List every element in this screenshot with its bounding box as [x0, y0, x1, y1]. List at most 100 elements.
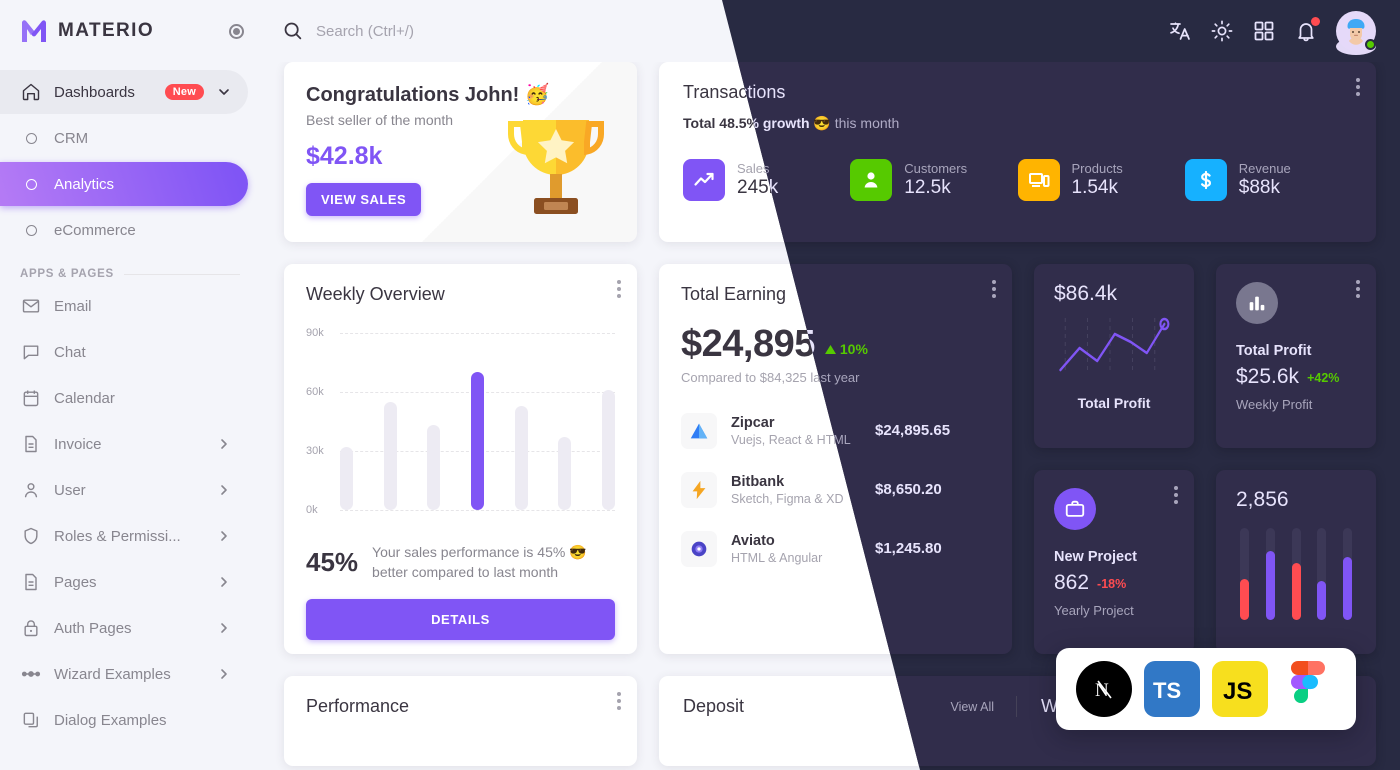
total-profit-line-card: $86.4k Tota [1034, 264, 1194, 448]
new-project-menu-icon[interactable] [1174, 486, 1178, 507]
weekly-profit-card: Total Profit $25.6k +42% Weekly Profit [1216, 264, 1376, 448]
earning-amount: $1,245.80 [875, 540, 942, 557]
sidebar-item-dialog-examples[interactable]: Dialog Examples [0, 698, 248, 742]
new-project-amount-row: 862 -18% [1054, 571, 1174, 595]
new-project-amount: 862 [1054, 571, 1090, 594]
total-earning-menu-icon[interactable] [992, 280, 996, 301]
stat-label: Products [1071, 161, 1123, 176]
weekly-profit-amount-row: $25.6k +42% [1236, 365, 1356, 389]
session-bar-track [1291, 528, 1301, 620]
person-icon [850, 159, 893, 201]
sidebar-item-label: Invoice [54, 435, 102, 453]
javascript-logo[interactable]: JS [1212, 661, 1268, 717]
deposit-view-all-link[interactable]: View All [950, 700, 994, 714]
chart-bar [427, 425, 441, 510]
chart-bars [340, 333, 615, 510]
weekly-profit-menu-icon[interactable] [1356, 280, 1360, 301]
sidebar-item-invoice[interactable]: Invoice [0, 422, 248, 466]
theme-toggle-icon[interactable] [1210, 19, 1234, 43]
figma-logo[interactable] [1280, 661, 1336, 717]
divider [123, 273, 240, 275]
stats-row-2: New Project 862 -18% Yearly Project 2,85… [1034, 470, 1376, 654]
performance-card: Performance [284, 676, 637, 766]
trending-up-icon [683, 159, 725, 201]
session-bar-track [1265, 528, 1275, 620]
new-project-delta: -18% [1097, 577, 1127, 591]
online-status-dot [1365, 39, 1376, 50]
earning-meta: Bitbank Sketch, Figma & XD [731, 474, 861, 506]
total-profit-sparkline [1059, 317, 1170, 372]
sidebar-item-wizard-examples[interactable]: Wizard Examples [0, 652, 248, 696]
new-project-card: New Project 862 -18% Yearly Project [1034, 470, 1194, 654]
new-project-caption: Yearly Project [1054, 603, 1134, 618]
sidebar-item-pages[interactable]: Pages [0, 560, 248, 604]
total-profit-amount: $86.4k [1054, 282, 1118, 305]
earning-amount: $24,895.65 [875, 422, 951, 439]
sidebar-item-calendar[interactable]: Calendar [0, 376, 248, 420]
search-icon [282, 20, 304, 42]
new-project-label: New Project [1054, 549, 1137, 565]
sidebar-item-label: User [54, 481, 86, 499]
earning-meta: Aviato HTML & Angular [731, 533, 861, 565]
bitbank-logo [681, 472, 717, 508]
devices-icon [1017, 159, 1060, 201]
weekly-overview-menu-icon[interactable] [617, 280, 621, 301]
home-icon [20, 81, 42, 103]
sidebar-section-apps-pages: APPS & PAGES [20, 268, 240, 280]
chart-bar [514, 405, 528, 510]
shield-icon [20, 525, 42, 547]
envelope-icon [20, 295, 42, 317]
dots-line-icon [20, 663, 42, 685]
sessions-card: 2,856 [1216, 470, 1376, 654]
chevron-down-icon [216, 84, 232, 100]
details-button[interactable]: DETAILS [306, 598, 615, 640]
typescript-logo[interactable]: TS [1144, 661, 1200, 717]
chart-bar [470, 372, 484, 510]
stat-label: Revenue [1238, 161, 1291, 176]
sessions-bar-chart [1236, 528, 1356, 620]
svg-text:JS: JS [1223, 678, 1252, 705]
earning-value: $8,650.20 [875, 481, 990, 499]
sidebar-item-user[interactable]: User [0, 468, 248, 512]
user-avatar[interactable] [1336, 11, 1376, 55]
sidebar-item-chat[interactable]: Chat [0, 330, 248, 374]
earning-desc: HTML & Angular [731, 551, 823, 565]
chart-bar [383, 401, 397, 510]
sidebar-item-label: Calendar [54, 389, 115, 407]
apps-grid-icon[interactable] [1252, 19, 1276, 43]
earning-value: $1,245.80 [875, 540, 990, 558]
chevron-right-icon [216, 482, 232, 498]
transactions-menu-icon[interactable] [1356, 78, 1360, 99]
circle-icon [20, 173, 42, 195]
stat-revenue: Revenue $88k [1184, 159, 1352, 201]
pin-circle-icon[interactable] [226, 21, 246, 41]
total-profit-caption: Total Profit [1077, 395, 1151, 411]
performance-note: Your sales performance is 45% 😎 better c… [372, 544, 587, 581]
nextjs-logo[interactable]: N [1076, 661, 1132, 717]
transactions-growth: Total 48.5% growth 😎 this month [722, 115, 1352, 132]
performance-menu-icon[interactable] [617, 692, 621, 713]
weekly-overview-chart: 0k 30k 60k 90k [306, 327, 615, 528]
language-icon[interactable] [1168, 19, 1192, 43]
stat-value: 1.54k [1071, 177, 1118, 198]
sidebar-item-auth-pages[interactable]: Auth Pages [0, 606, 248, 650]
y-tick: 30k [306, 444, 324, 457]
notification-bell-icon[interactable] [1294, 17, 1320, 43]
weekly-overview-title: Weekly Overview [306, 284, 445, 304]
congratulations-card: Congratulations John! 🥳 Best seller of t… [284, 62, 637, 242]
sidebar-item-crm[interactable]: CRM [0, 116, 248, 160]
sidebar-item-ecommerce[interactable]: eCommerce [0, 208, 248, 252]
sidebar-item-email[interactable]: Email [0, 284, 248, 328]
sidebar-item-label: eCommerce [54, 221, 136, 239]
transactions-stats: Sales 245k Customers 12.5k [722, 159, 1352, 201]
chart-bar [340, 447, 353, 510]
sidebar-item-roles-permissions[interactable]: Roles & Permissi... [0, 514, 248, 558]
y-tick: 0k [306, 504, 318, 516]
zipcar-logo [681, 413, 717, 449]
sidebar-group-dashboards[interactable]: Dashboards New [0, 70, 248, 114]
sidebar-item-analytics[interactable]: Analytics [0, 162, 248, 206]
stat-value: $88k [1238, 177, 1280, 198]
sidebar-item-label: CRM [54, 129, 89, 147]
deposit-title: Deposit [683, 696, 745, 716]
copy-icon [20, 709, 42, 731]
